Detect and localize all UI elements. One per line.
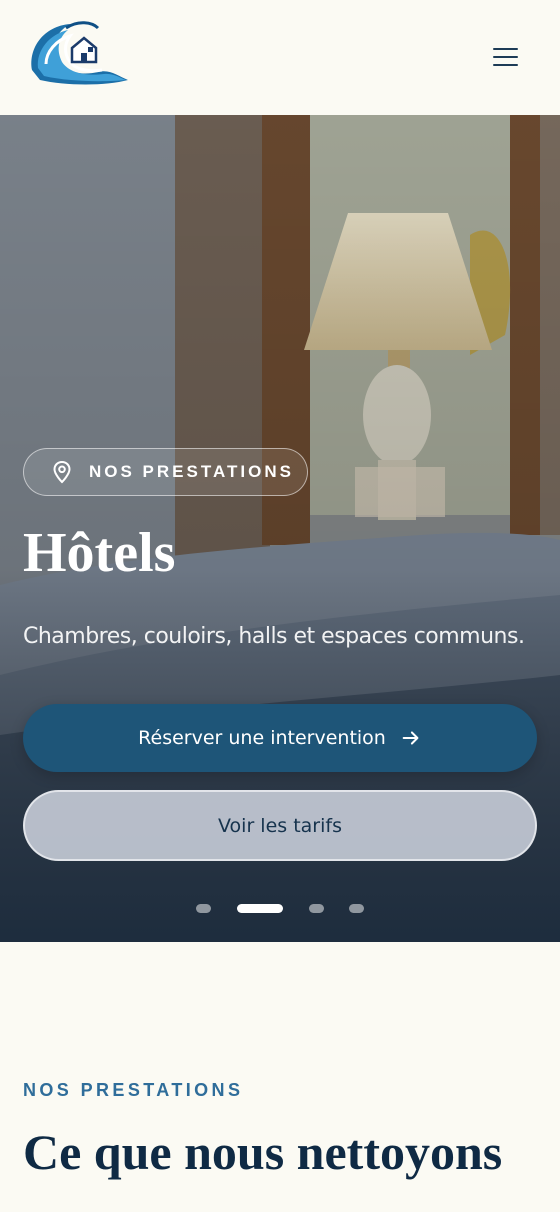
book-intervention-label: Réserver une intervention bbox=[138, 727, 386, 749]
carousel-dot[interactable] bbox=[196, 904, 211, 913]
map-pin-icon bbox=[53, 460, 71, 484]
book-intervention-button[interactable]: Réserver une intervention bbox=[23, 704, 537, 772]
carousel-dot-active[interactable] bbox=[237, 904, 283, 913]
hero-subtitle: Chambres, couloirs, halls et espaces com… bbox=[23, 624, 525, 649]
services-section: NOS PRESTATIONS Ce que nous nettoyons bbox=[0, 942, 560, 1212]
section-eyebrow: NOS PRESTATIONS bbox=[23, 1080, 244, 1100]
carousel-pagination bbox=[0, 904, 560, 914]
carousel-dot[interactable] bbox=[309, 904, 324, 913]
badge-label: NOS PRESTATIONS bbox=[89, 462, 294, 481]
wave-house-logo[interactable] bbox=[26, 18, 130, 86]
view-pricing-label: Voir les tarifs bbox=[218, 814, 342, 837]
hamburger-menu-icon[interactable] bbox=[488, 44, 522, 70]
arrow-right-icon bbox=[402, 731, 419, 745]
site-header bbox=[0, 0, 560, 115]
services-badge: NOS PRESTATIONS bbox=[23, 448, 308, 496]
view-pricing-button[interactable]: Voir les tarifs bbox=[23, 790, 537, 861]
carousel-dot[interactable] bbox=[349, 904, 364, 913]
hero-title: Hôtels bbox=[23, 522, 176, 584]
section-title: Ce que nous nettoyons bbox=[23, 1124, 503, 1180]
hero-carousel: NOS PRESTATIONS Hôtels Chambres, couloir… bbox=[0, 115, 560, 942]
